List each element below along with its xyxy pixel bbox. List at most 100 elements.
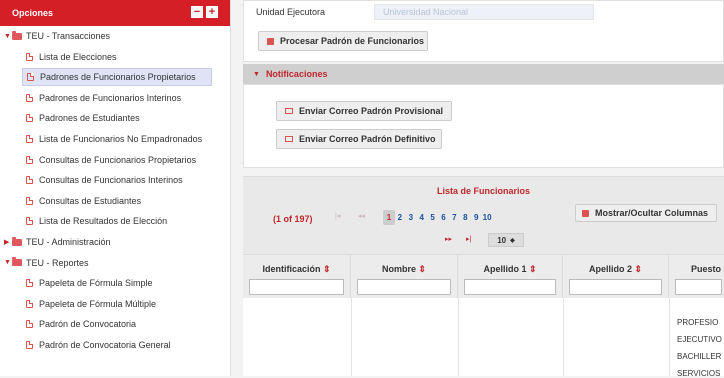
columns-icon (582, 209, 589, 217)
collapse-all-button[interactable]: − (191, 6, 203, 18)
tree-label: Padrón de Convocatoria General (39, 340, 171, 350)
prev-page-button[interactable]: ◂◂ (358, 212, 365, 220)
tree-label: Consultas de Estudiantes (39, 195, 142, 206)
column-header[interactable]: Apellido 2 ⇕ (563, 255, 669, 299)
column-label-text: Identificación (262, 264, 321, 274)
tree-label: Lista de Funcionarios No Empadronados (39, 134, 203, 144)
tree-label: Consultas de Funcionarios Interinos (39, 175, 183, 186)
tree-label: Consultas de Funcionarios Propietarios (39, 154, 197, 165)
procesar-padron-button[interactable]: Procesar Padrón de Funcionarios (258, 31, 428, 51)
tree-item[interactable]: Consultas de Funcionarios Propietarios (26, 151, 196, 169)
tree-label: Lista de Resultados de Elección (39, 216, 168, 227)
column-label[interactable]: Puesto (691, 264, 724, 274)
column-label-text: Apellido 1 (483, 264, 527, 274)
tree-item[interactable]: Lista de Elecciones (26, 48, 117, 66)
page-link[interactable]: 10 (481, 210, 493, 225)
document-icon (26, 155, 33, 164)
column-filter-input[interactable] (464, 279, 556, 295)
column-header[interactable]: Apellido 1 ⇕ (458, 255, 563, 299)
puesto-cell: EJECUTIVO (677, 335, 722, 344)
document-icon (26, 114, 33, 123)
sort-icon[interactable]: ⇕ (526, 264, 537, 274)
document-icon (26, 299, 33, 308)
table-title: Lista de Funcionarios (436, 186, 530, 196)
page-info: (1 of 197) (273, 214, 313, 224)
column-label[interactable]: Apellido 1 ⇕ (458, 264, 562, 275)
sort-icon[interactable]: ⇕ (632, 264, 642, 274)
select-arrows-icon: ◆ (510, 237, 515, 244)
document-icon (26, 135, 33, 143)
tree-item[interactable]: Papeleta de Fórmula Simple (26, 274, 153, 292)
rows-per-page-select[interactable]: 10 ◆ (488, 233, 524, 247)
main-content: Unidad Ejecutora Universidad Nacional Pr… (243, 0, 724, 378)
mail-icon (285, 108, 293, 114)
column-header[interactable]: Nombre ⇕ (351, 255, 458, 299)
document-icon (26, 196, 33, 205)
folder-icon (12, 236, 22, 246)
tree-label: Padrones de Funcionarios Interinos (39, 92, 182, 103)
column-header[interactable]: Puesto (669, 255, 724, 299)
mail-icon (285, 136, 293, 142)
tree-item[interactable]: Lista de Resultados de Elección (26, 212, 167, 230)
tree-item[interactable]: Papeleta de Fórmula Múltiple (26, 295, 156, 313)
sort-icon[interactable]: ⇕ (320, 264, 331, 274)
column-filter-input[interactable] (357, 279, 451, 295)
sidebar-header: Opciones − + (0, 0, 230, 26)
document-icon (26, 176, 33, 185)
tree-label: TEU - Reportes (26, 257, 89, 268)
gear-icon (267, 37, 274, 45)
tree-item[interactable]: Lista de Funcionarios No Empadronados (26, 130, 202, 148)
column-filter-input[interactable] (569, 279, 662, 295)
notificaciones-panel: Enviar Correo Padrón Provisional Enviar … (243, 84, 724, 168)
first-page-button[interactable]: |◂ (335, 212, 340, 220)
tree-label: TEU - Transacciones (26, 31, 111, 41)
document-icon (26, 320, 33, 329)
tree-item[interactable]: Padrones de Funcionarios Interinos (26, 89, 181, 107)
sort-icon[interactable]: ⇕ (416, 264, 426, 274)
tree-label: TEU - Administración (26, 237, 111, 247)
document-icon (27, 73, 34, 82)
column-divider (458, 298, 459, 376)
unidad-ejecutora-field[interactable]: Universidad Nacional (374, 4, 594, 20)
column-label[interactable]: Apellido 2 ⇕ (563, 264, 668, 275)
caret-right-icon[interactable]: ▶ (4, 238, 12, 246)
column-label-text: Puesto (691, 264, 722, 274)
tree-item[interactable]: Consultas de Estudiantes (26, 192, 141, 210)
mostrar-ocultar-columnas-button[interactable]: Mostrar/Ocultar Columnas (575, 204, 717, 222)
column-label[interactable]: Identificación ⇕ (243, 264, 350, 275)
tree-folder[interactable]: ▼ TEU - Transacciones (4, 27, 110, 45)
enviar-correo-definitivo-button[interactable]: Enviar Correo Padrón Definitivo (276, 129, 442, 149)
document-icon (26, 279, 33, 288)
column-filter-input[interactable] (675, 279, 722, 295)
caret-down-icon: ▼ (253, 70, 260, 78)
column-divider (351, 298, 352, 376)
tree-item[interactable]: Padrones de Funcionarios Propietarios (22, 68, 212, 87)
document-icon (26, 93, 33, 102)
next-page-button[interactable]: ▸▸ (445, 235, 452, 243)
column-header[interactable]: Identificación ⇕ (243, 255, 351, 299)
tree-label: Papeleta de Fórmula Múltiple (39, 298, 157, 309)
puesto-cell: BACHILLER (677, 352, 722, 361)
expand-all-button[interactable]: + (206, 6, 218, 18)
column-filter-input[interactable] (249, 279, 344, 295)
document-icon (26, 217, 33, 226)
tree-label: Padrones de Funcionarios Propietarios (40, 72, 196, 83)
notificaciones-header[interactable]: ▼ Notificaciones (243, 64, 724, 84)
column-label-text: Nombre (381, 264, 416, 274)
document-icon (26, 341, 33, 349)
tree-label: Padrón de Convocatoria (39, 319, 137, 330)
tree-item[interactable]: Padrón de Convocatoria (26, 315, 136, 333)
tree-folder[interactable]: ▼ TEU - Reportes (4, 254, 89, 272)
caret-down-icon[interactable]: ▼ (4, 259, 12, 266)
last-page-button[interactable]: ▸| (466, 235, 471, 243)
column-label[interactable]: Nombre ⇕ (351, 264, 457, 275)
tree-item[interactable]: Padrón de Convocatoria General (26, 336, 171, 354)
caret-down-icon[interactable]: ▼ (4, 33, 12, 40)
tree-label: Padrones de Estudiantes (39, 113, 140, 124)
unidad-ejecutora-label: Unidad Ejecutora (256, 7, 326, 17)
tree-item[interactable]: Padrones de Estudiantes (26, 109, 140, 127)
tree-label: Papeleta de Fórmula Simple (39, 278, 153, 289)
tree-folder[interactable]: ▶ TEU - Administración (4, 233, 111, 251)
enviar-correo-provisional-button[interactable]: Enviar Correo Padrón Provisional (276, 101, 452, 121)
tree-item[interactable]: Consultas de Funcionarios Interinos (26, 171, 183, 189)
